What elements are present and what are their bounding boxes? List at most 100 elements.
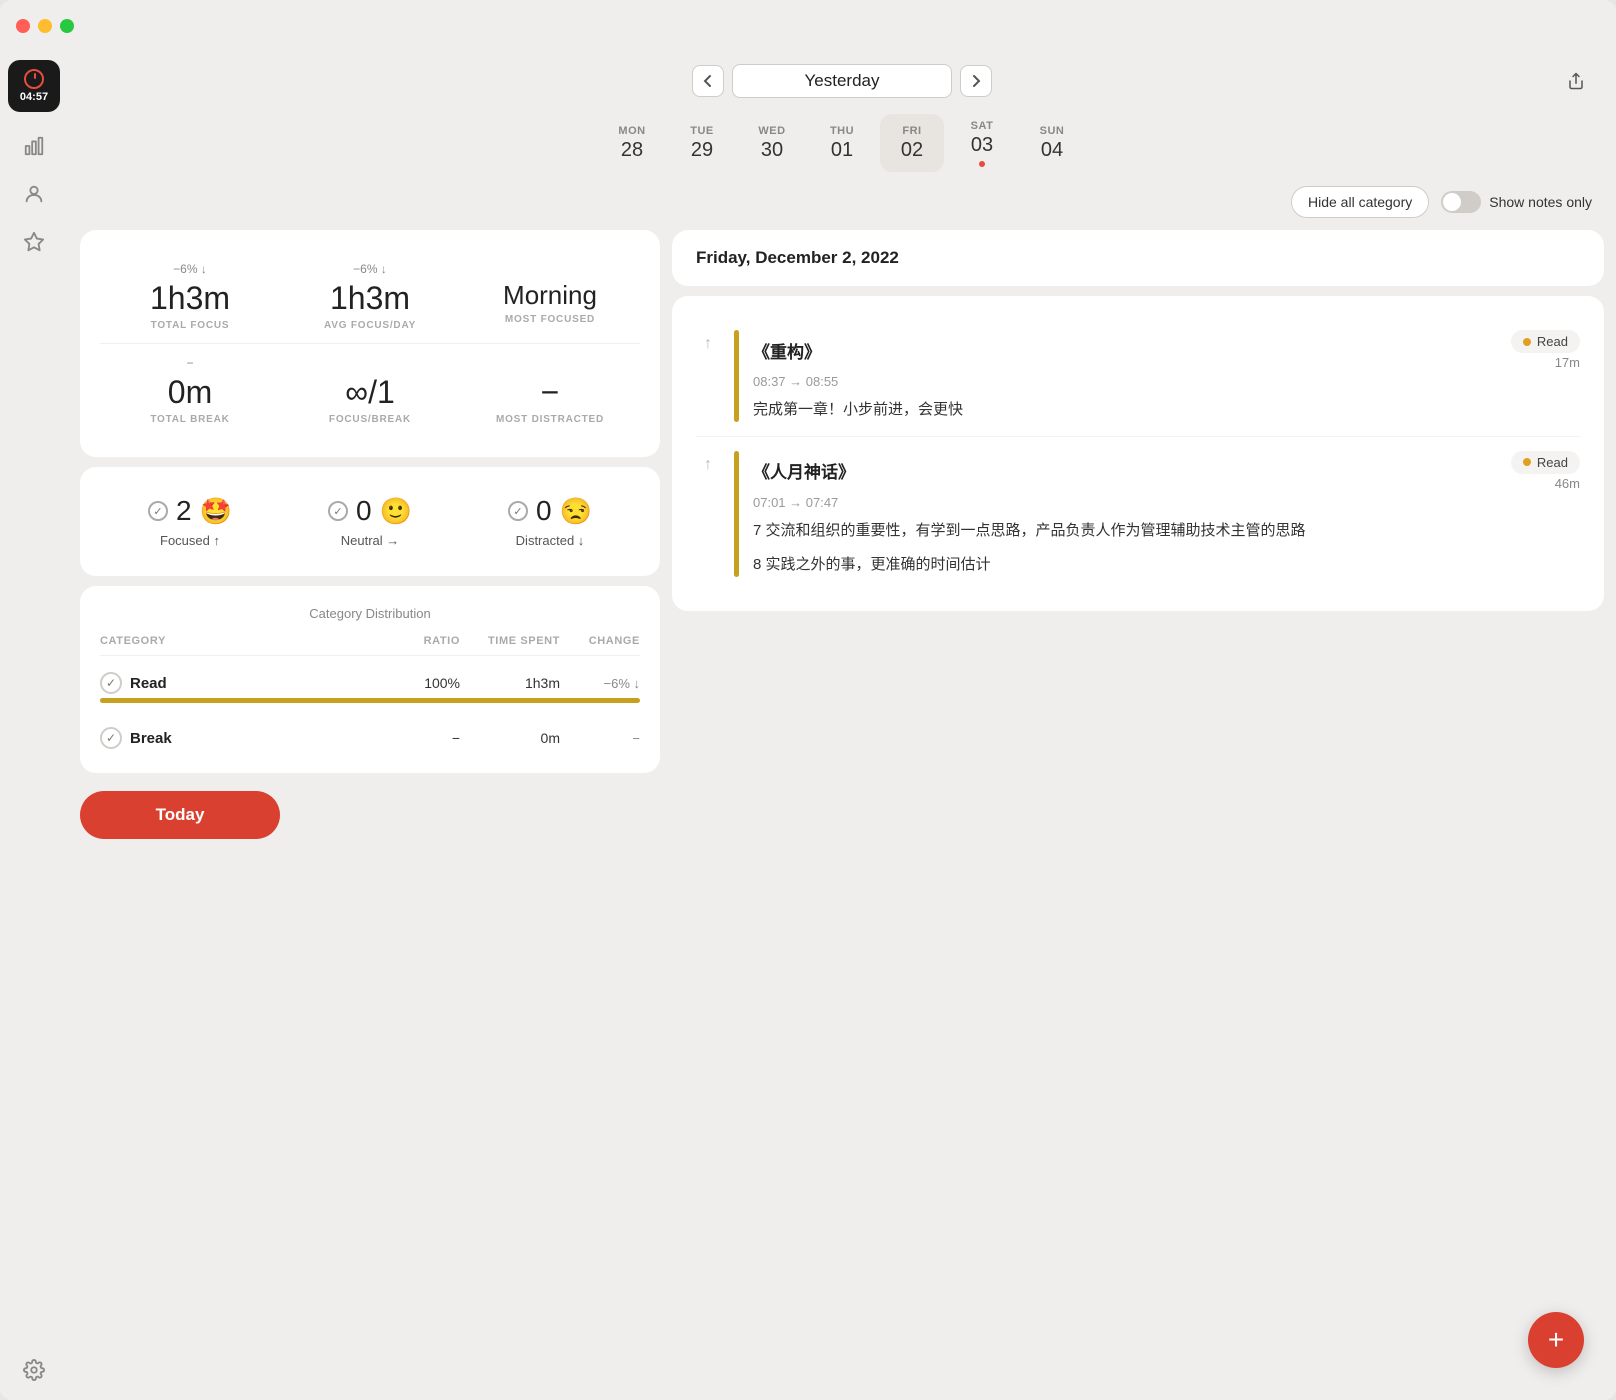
session-tag-dot-0	[1523, 338, 1531, 346]
mood-neutral: 0 🙂 Neutral →	[280, 495, 460, 548]
sidebar: 04:57	[0, 52, 68, 1400]
session-tag-0: Read	[1511, 330, 1580, 353]
clock-icon	[24, 69, 44, 89]
mood-distracted-row: 0 😒	[508, 495, 592, 527]
cat-header-change: CHANGE	[560, 635, 640, 647]
total-break-value: 0m	[168, 376, 212, 408]
session-title-1: 《人月神话》	[753, 458, 855, 483]
close-button[interactable]	[16, 19, 30, 33]
show-notes-only-toggle[interactable]	[1441, 191, 1481, 213]
mood-focused-check[interactable]	[148, 501, 168, 521]
cat-time-read: 1h3m	[460, 675, 560, 691]
mood-distracted-check[interactable]	[508, 501, 528, 521]
mood-neutral-emoji: 🙂	[380, 496, 412, 527]
mood-distracted-count: 0	[536, 495, 552, 527]
total-break-label: TOTAL BREAK	[150, 414, 229, 425]
stat-focus-break: ∞/1 FOCUS/BREAK	[280, 344, 460, 437]
cat-name-cell-break: Break	[100, 727, 380, 749]
session-title-row-0: 《重构》 Read 17m	[753, 330, 1580, 370]
cat-time-break: 0m	[460, 730, 560, 746]
category-section-title: Category Distribution	[100, 606, 640, 621]
sessions-card: ↑ 《重构》 Read	[672, 296, 1604, 611]
day-thu[interactable]: THU 01	[810, 114, 874, 172]
session-time-1: 07:01 → 07:47	[753, 495, 1580, 510]
cat-check-break[interactable]	[100, 727, 122, 749]
category-header: CATEGORY RATIO TIME SPENT CHANGE	[100, 635, 640, 656]
timer-widget[interactable]: 04:57	[8, 60, 60, 112]
stat-avg-focus: −6% ↓ 1h3m AVG FOCUS/DAY	[280, 250, 460, 343]
mood-neutral-check[interactable]	[328, 501, 348, 521]
title-bar	[0, 0, 1616, 52]
cat-check-read[interactable]	[100, 672, 122, 694]
cat-ratio-read: 100%	[380, 675, 460, 691]
session-duration-0: 17m	[1555, 355, 1580, 370]
avg-focus-change: −6% ↓	[353, 262, 387, 278]
nav-center: Yesterday	[692, 64, 992, 98]
stats-card: −6% ↓ 1h3m TOTAL FOCUS −6% ↓ 1h3m AVG FO…	[80, 230, 660, 457]
next-button[interactable]	[960, 65, 992, 97]
app-window: 04:57	[0, 0, 1616, 1400]
day-sat[interactable]: SAT 03	[950, 114, 1014, 172]
prev-button[interactable]	[692, 65, 724, 97]
cat-row-break: Break − 0m −	[100, 715, 640, 753]
day-fri[interactable]: FRI 02	[880, 114, 944, 172]
session-row-0: ↑ 《重构》 Read	[696, 316, 1580, 437]
most-focused-change	[548, 262, 551, 278]
today-button[interactable]: Today	[80, 791, 280, 839]
fab-button[interactable]: +	[1528, 1312, 1584, 1368]
hide-all-category-button[interactable]: Hide all category	[1291, 186, 1429, 218]
day-sun[interactable]: SUN 04	[1020, 114, 1084, 172]
focus-break-value: ∞/1	[345, 376, 395, 408]
mood-focused: 2 🤩 Focused ↑	[100, 495, 280, 548]
day-mon[interactable]: MON 28	[600, 114, 664, 172]
total-break-change: −	[186, 356, 193, 372]
cat-name-read: Read	[130, 675, 167, 692]
stats-grid-2: − 0m TOTAL BREAK ∞/1 FOCUS/BREAK	[100, 344, 640, 437]
sidebar-item-profile[interactable]	[12, 172, 56, 216]
sidebar-item-analytics[interactable]	[12, 124, 56, 168]
mood-distracted: 0 😒 Distracted ↓	[460, 495, 640, 548]
cat-header-ratio: RATIO	[380, 635, 460, 647]
mood-focused-label: Focused ↑	[160, 533, 220, 548]
minimize-button[interactable]	[38, 19, 52, 33]
export-button[interactable]	[1560, 65, 1592, 97]
main-layout: 04:57	[0, 52, 1616, 1400]
cat-progress-bg-read	[100, 698, 640, 703]
cat-header-category: CATEGORY	[100, 635, 380, 647]
session-duration-1: 46m	[1555, 476, 1580, 491]
sidebar-item-favorites[interactable]	[12, 220, 56, 264]
day-tue[interactable]: TUE 29	[670, 114, 734, 172]
session-content-0: 《重构》 Read 17m 08:37 →	[753, 330, 1580, 422]
most-focused-label: MOST FOCUSED	[505, 314, 595, 325]
session-up-arrow-0: ↑	[696, 332, 720, 356]
sidebar-item-settings[interactable]	[12, 1348, 56, 1392]
mood-focused-row: 2 🤩	[148, 495, 232, 527]
nav-bar: Yesterday	[68, 52, 1616, 110]
focus-break-label: FOCUS/BREAK	[329, 414, 411, 425]
category-row-read: Read 100% 1h3m −6% ↓	[100, 660, 640, 703]
day-wed[interactable]: WED 30	[740, 114, 804, 172]
cat-name-cell-read: Read	[100, 672, 380, 694]
mood-distracted-label: Distracted ↓	[516, 533, 585, 548]
mood-neutral-row: 0 🙂	[328, 495, 412, 527]
session-content-1: 《人月神话》 Read 46m 07:01	[753, 451, 1580, 577]
show-notes-only-toggle-container: Show notes only	[1441, 191, 1592, 213]
today-button-container: Today	[80, 783, 660, 855]
day-picker: MON 28 TUE 29 WED 30 THU 01 FRI 02	[68, 110, 1616, 180]
category-card: Category Distribution CATEGORY RATIO TIM…	[80, 586, 660, 773]
session-tag-dot-1	[1523, 458, 1531, 466]
cat-header-time: TIME SPENT	[460, 635, 560, 647]
session-time-0: 08:37 → 08:55	[753, 374, 1580, 389]
session-tag-label-1: Read	[1537, 455, 1568, 470]
maximize-button[interactable]	[60, 19, 74, 33]
session-note-1-1: 8 实践之外的事，更准确的时间估计	[753, 554, 1580, 577]
most-distracted-label: MOST DISTRACTED	[496, 414, 604, 425]
session-bar-0	[734, 330, 739, 422]
total-focus-change: −6% ↓	[173, 262, 207, 278]
mood-neutral-count: 0	[356, 495, 372, 527]
show-notes-only-label: Show notes only	[1489, 194, 1592, 210]
session-title-row-1: 《人月神话》 Read 46m	[753, 451, 1580, 491]
stats-grid: −6% ↓ 1h3m TOTAL FOCUS −6% ↓ 1h3m AVG FO…	[100, 250, 640, 343]
date-header: Friday, December 2, 2022	[672, 230, 1604, 286]
filter-bar: Hide all category Show notes only	[68, 180, 1616, 230]
